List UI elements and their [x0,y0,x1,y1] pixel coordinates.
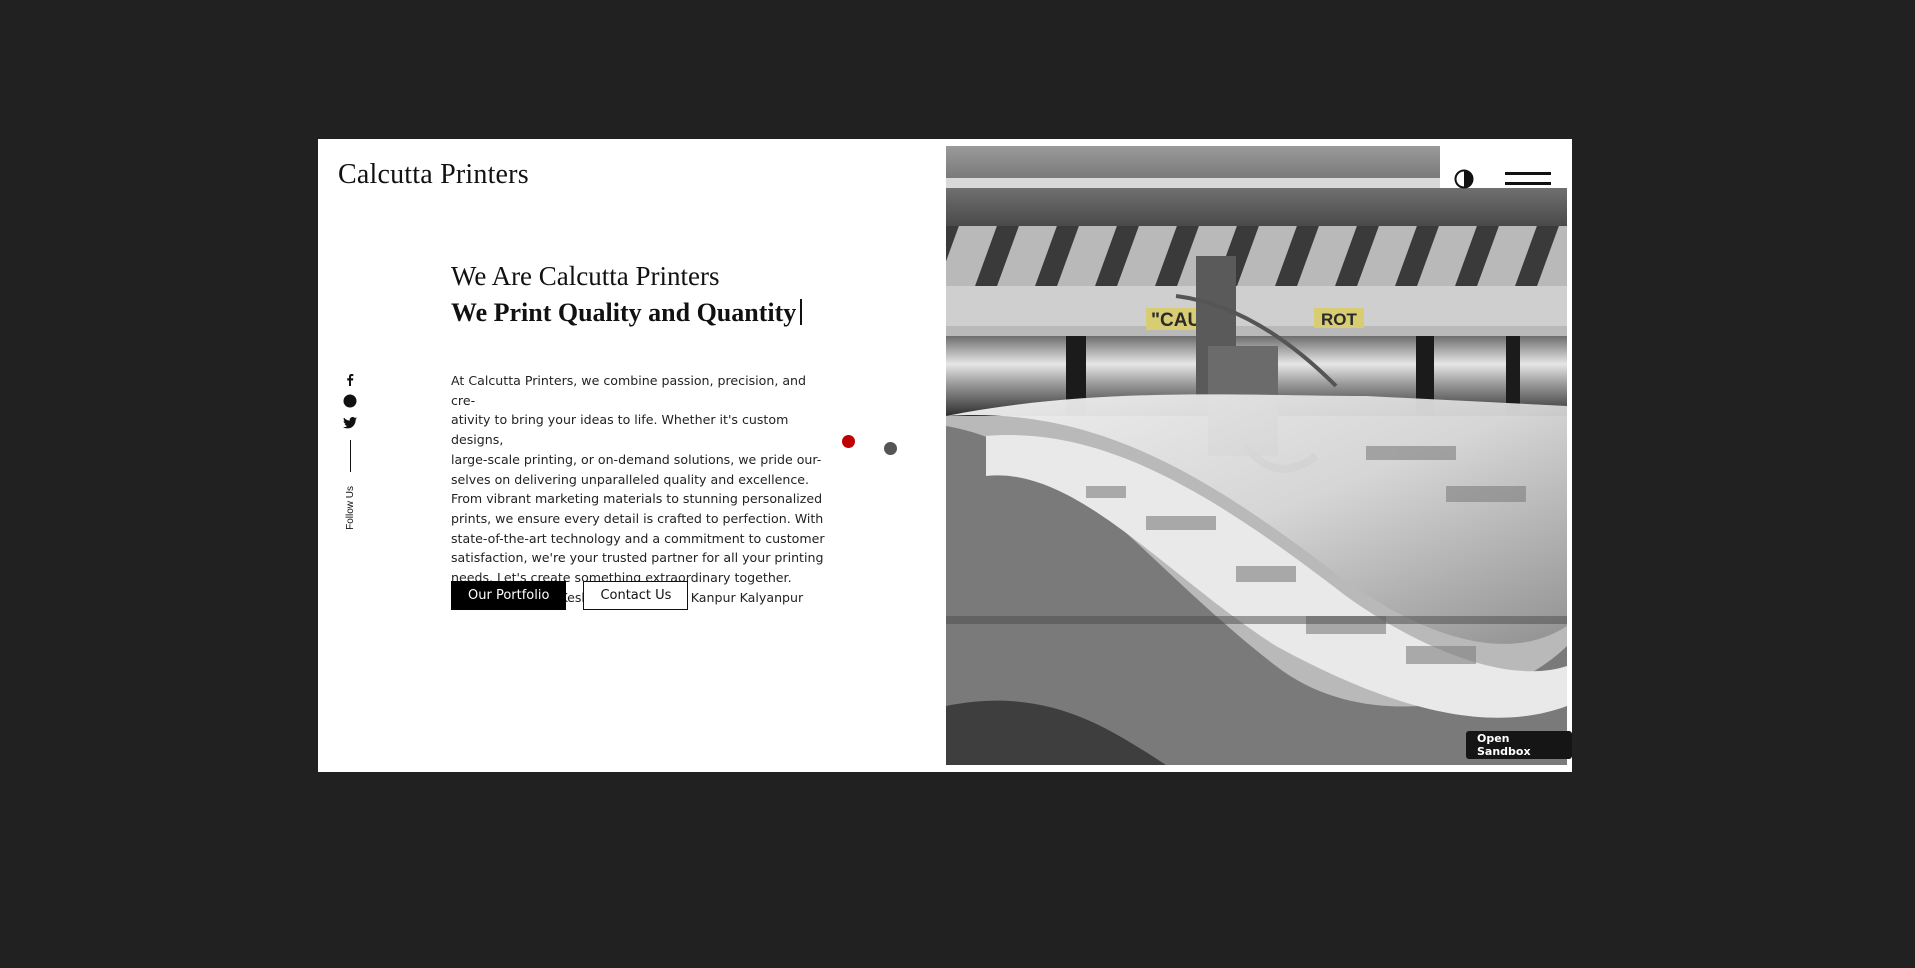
twitter-icon[interactable] [343,416,357,430]
facebook-icon[interactable] [343,372,357,386]
open-sandbox-button[interactable]: Open Sandbox [1466,731,1572,759]
hero-line-1: We Are Calcutta Printers [451,261,720,291]
about-line: At Calcutta Printers, we combine passion… [451,373,807,408]
hero-buttons: Our Portfolio Contact Us [451,581,689,610]
typing-cursor [800,299,803,325]
rot-label: ROT [1321,310,1358,329]
about-line: prints, we ensure every detail is crafte… [451,510,824,526]
hamburger-menu-icon[interactable] [1505,172,1551,188]
brand-title[interactable]: Calcutta Printers [338,159,529,191]
about-line: large-scale printing, or on-demand solut… [451,451,822,467]
about-line: selves on delivering unparalleled qualit… [451,471,810,487]
follow-us-label: Follow Us [344,486,356,530]
slider-dot-active[interactable] [842,435,855,448]
about-line: From vibrant marketing materials to stun… [451,491,823,507]
circle-icon[interactable] [343,394,357,408]
our-portfolio-button[interactable]: Our Portfolio [451,581,567,610]
theme-toggle-icon[interactable] [1454,169,1474,189]
hero-line-2-text: We Print Quality and Quantity [451,298,797,327]
contact-us-button[interactable]: Contact Us [583,581,689,610]
hero-heading: We Are Calcutta Printers We Print Qualit… [451,261,831,328]
social-divider [349,440,351,472]
about-line: ativity to bring your ideas to life. Whe… [451,412,789,448]
page-frame: Calcutta Printers Follow Us We Are Calcu… [318,139,1572,772]
about-line: state-of-the-art technology and a commit… [451,530,825,546]
social-rail: Follow Us [340,372,360,530]
menu-bar [1505,182,1551,185]
printing-press-photo: "CAUTIO ROT [946,146,1567,765]
about-paragraph: At Calcutta Printers, we combine passion… [451,371,826,607]
hero-line-2: We Print Quality and Quantity [451,298,831,328]
menu-bar [1505,172,1551,175]
slider-dot-inactive[interactable] [884,442,897,455]
about-line: satisfaction, we're your trusted partner… [451,550,824,566]
